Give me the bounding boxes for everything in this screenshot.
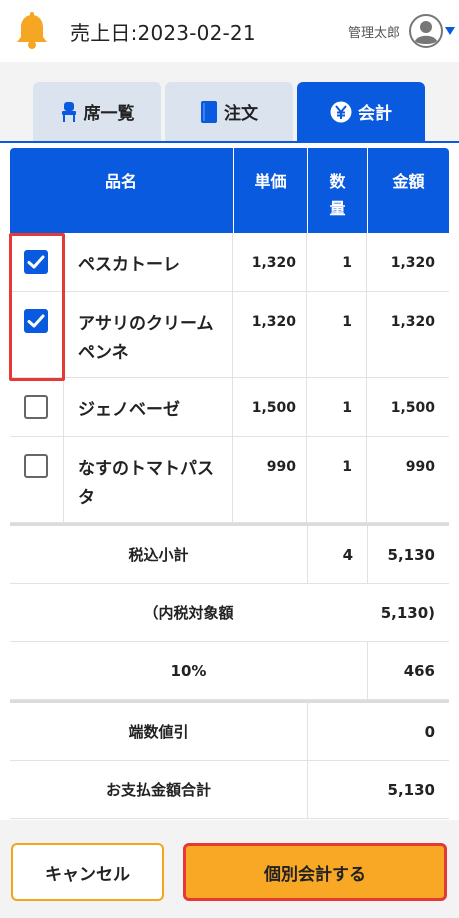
header-amount: 金額 xyxy=(367,148,449,233)
tab-seat-list[interactable]: 席一覧 xyxy=(33,82,161,141)
item-name: なすのトマトパスタ xyxy=(64,437,233,522)
order-table: 品名 単価 数 量 金額 ペスカトーレ 1,320 1 1,320 アサリのクリ… xyxy=(10,148,449,819)
item-checkbox[interactable] xyxy=(24,454,48,478)
table-row[interactable]: ペスカトーレ 1,320 1 1,320 xyxy=(10,233,449,292)
app-header: 売上日:2023-02-21 管理太郎 xyxy=(0,0,459,62)
total-amount: 5,130 xyxy=(307,761,449,818)
taxable-amount-row: （内税対象額 5,130) xyxy=(10,584,449,642)
item-checkbox[interactable] xyxy=(24,395,48,419)
row-check-cell xyxy=(10,292,64,377)
item-amount: 1,500 xyxy=(390,400,435,416)
table-row[interactable]: アサリのクリームペンネ 1,320 1 1,320 xyxy=(10,292,449,378)
item-name: アサリのクリームペンネ xyxy=(64,292,233,377)
rounding-discount-label: 端数値引 xyxy=(128,723,189,741)
total-label: お支払金額合計 xyxy=(105,781,211,799)
header-quantity-line1: 数 xyxy=(329,172,346,191)
bell-icon[interactable] xyxy=(14,12,50,50)
item-quantity: 1 xyxy=(307,233,367,291)
item-name: ジェノベーゼ xyxy=(64,378,233,436)
tab-bar: 席一覧 注文 会計 xyxy=(0,62,459,143)
header-unit-price: 単価 xyxy=(233,148,307,233)
taxable-amount-label: （内税対象額 xyxy=(143,604,234,622)
sales-date-label: 売上日:2023-02-21 xyxy=(70,21,256,45)
tab-seat-list-label: 席一覧 xyxy=(83,104,135,124)
tab-payment[interactable]: 会計 xyxy=(297,82,425,141)
user-name[interactable]: 管理太郎 xyxy=(348,22,400,41)
chevron-down-icon[interactable] xyxy=(444,26,456,36)
table-header: 品名 単価 数 量 金額 xyxy=(10,148,449,233)
table-row[interactable]: なすのトマトパスタ 990 1 990 xyxy=(10,437,449,523)
total-row: お支払金額合計 5,130 xyxy=(10,761,449,819)
row-check-cell xyxy=(10,233,64,291)
item-unit-price: 990 xyxy=(233,437,307,522)
split-payment-button[interactable]: 個別会計する xyxy=(183,843,447,901)
chair-icon xyxy=(60,101,78,122)
item-quantity: 1 xyxy=(307,292,367,377)
subtotal-label: 税込小計 xyxy=(128,546,189,564)
header-quantity: 数 量 xyxy=(307,148,367,233)
item-amount: 1,320 xyxy=(390,314,435,330)
tab-order[interactable]: 注文 xyxy=(165,82,293,141)
item-checkbox[interactable] xyxy=(24,250,48,274)
item-amount: 990 xyxy=(405,459,435,475)
rounding-row: 端数値引 0 xyxy=(10,703,449,761)
header-item-name: 品名 xyxy=(104,172,137,191)
tabs-divider xyxy=(0,141,459,143)
subtotal-quantity: 4 xyxy=(307,526,367,583)
item-checkbox[interactable] xyxy=(24,309,48,333)
avatar[interactable] xyxy=(409,14,443,48)
subtotal-amount: 5,130 xyxy=(367,526,449,583)
subtotal-row: 税込小計 4 5,130 xyxy=(10,526,449,584)
header-quantity-line2: 量 xyxy=(329,199,346,218)
item-name: ペスカトーレ xyxy=(64,233,233,291)
row-check-cell xyxy=(10,378,64,436)
cancel-button[interactable]: キャンセル xyxy=(11,843,164,901)
item-unit-price: 1,500 xyxy=(233,378,307,436)
rounding-discount-amount: 0 xyxy=(307,703,449,760)
yen-icon xyxy=(330,101,352,123)
book-icon xyxy=(200,100,218,123)
tax-row: 10% 466 xyxy=(10,642,449,700)
tab-payment-label: 会計 xyxy=(358,104,392,124)
row-check-cell xyxy=(10,437,64,522)
item-unit-price: 1,320 xyxy=(233,292,307,377)
item-quantity: 1 xyxy=(307,378,367,436)
item-quantity: 1 xyxy=(307,437,367,522)
tax-amount: 466 xyxy=(367,642,449,699)
tax-rate-label: 10% xyxy=(170,661,207,680)
tab-order-label: 注文 xyxy=(224,104,258,124)
table-row[interactable]: ジェノベーゼ 1,500 1 1,500 xyxy=(10,378,449,437)
item-unit-price: 1,320 xyxy=(233,233,307,291)
taxable-amount-value: 5,130) xyxy=(380,603,435,622)
item-amount: 1,320 xyxy=(390,255,435,271)
